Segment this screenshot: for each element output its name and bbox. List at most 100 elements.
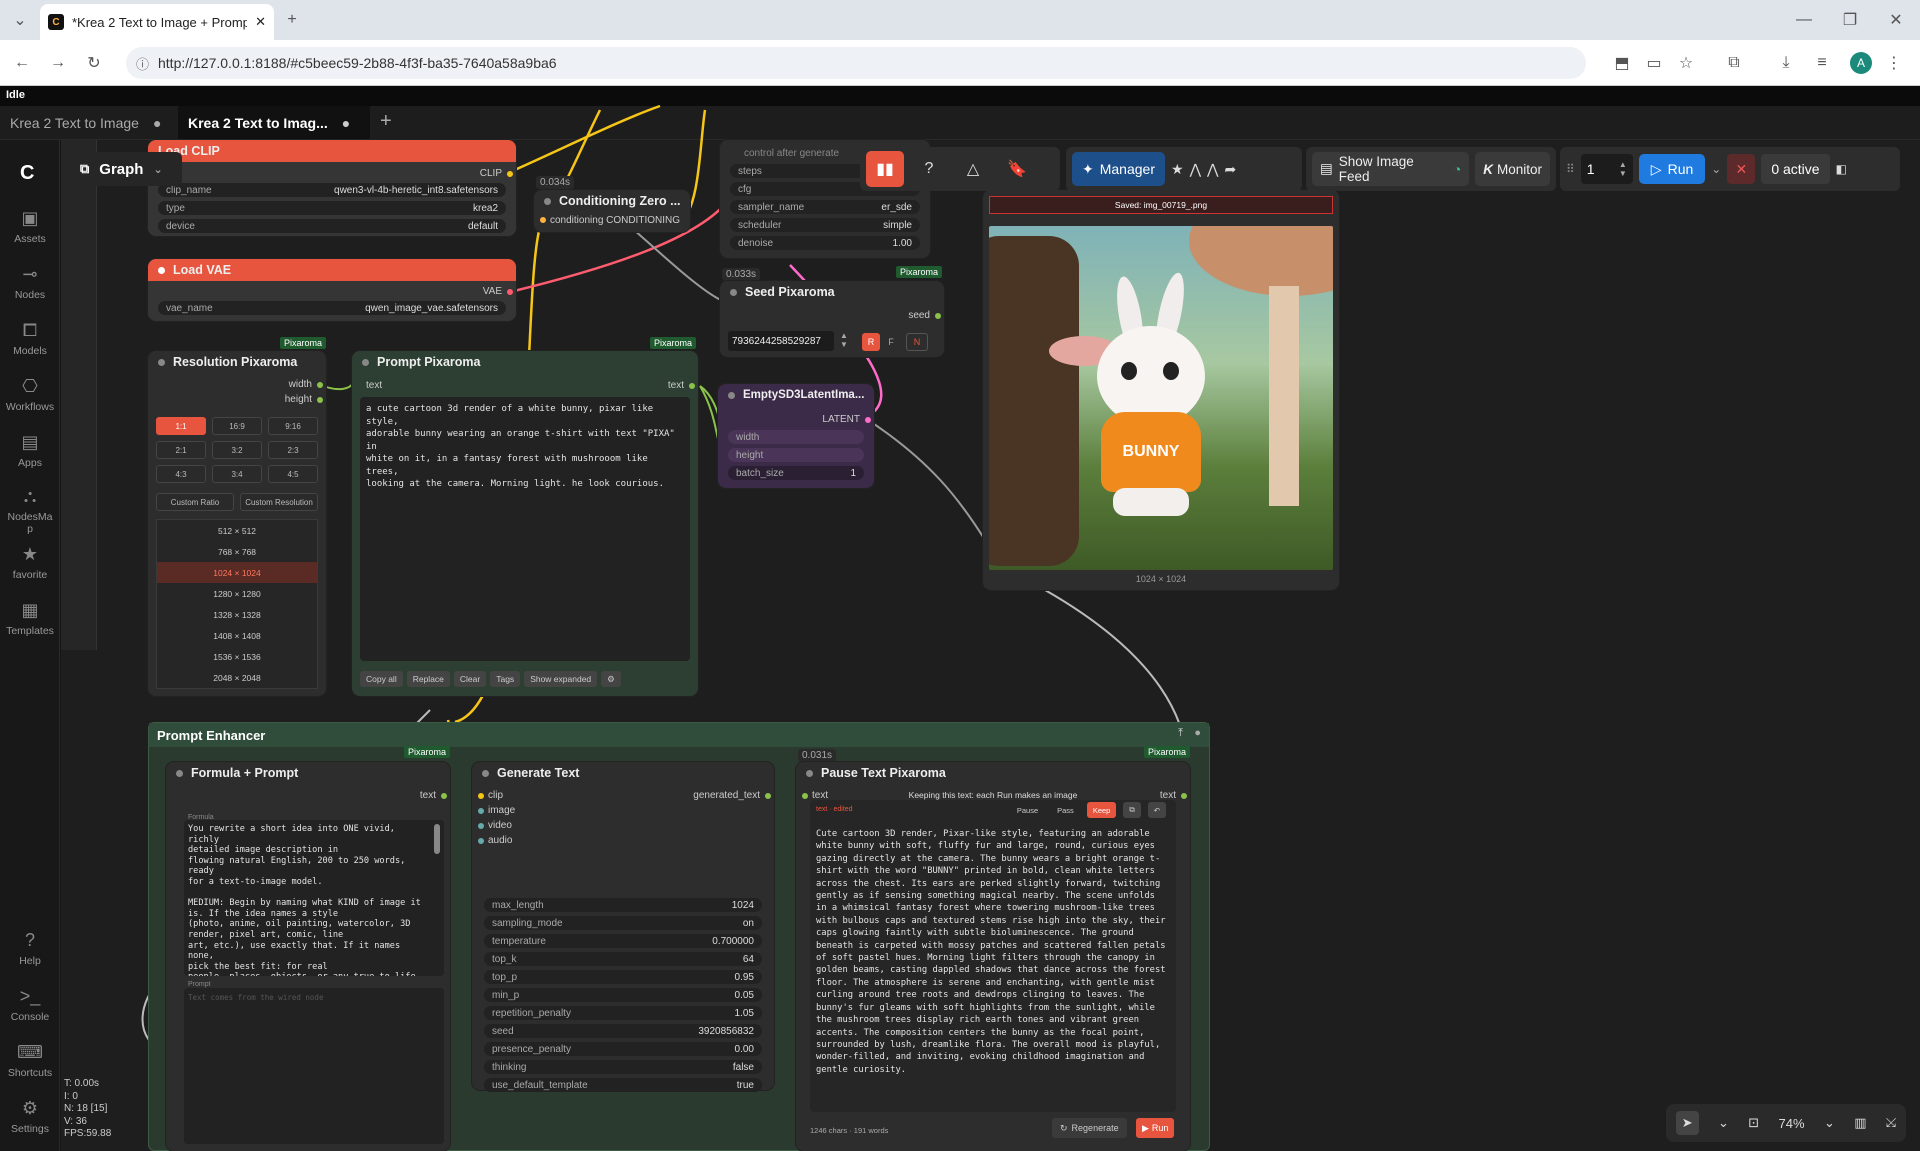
active-queue-button[interactable]: 0 active	[1761, 154, 1830, 184]
collapse-dot-icon[interactable]	[806, 769, 813, 777]
collapse-dot-icon[interactable]	[158, 358, 165, 366]
run-button[interactable]: ▷ Run	[1638, 154, 1706, 184]
audio-input[interactable]: audio	[488, 835, 512, 846]
url-input[interactable]: ⓘ http://127.0.0.1:8188/#c5beec59-2b88-4…	[126, 47, 1586, 79]
conditioning-output[interactable]: CONDITIONING	[606, 215, 680, 226]
height-output[interactable]: height	[285, 394, 312, 405]
seed-fixed-button[interactable]: F	[882, 333, 900, 351]
formula-textarea[interactable]: You rewrite a short idea into ONE vivid,…	[184, 820, 444, 976]
sidebar-item-assets[interactable]: ▣ Assets	[0, 208, 60, 245]
fit-view-icon[interactable]: ⊡	[1748, 1115, 1759, 1131]
collapse-dot-icon[interactable]	[158, 266, 165, 274]
queue-panel-icon[interactable]: ▮▮	[866, 151, 904, 187]
menu-kebab-icon[interactable]: ⋮	[1880, 49, 1908, 77]
custom-resolution-button[interactable]: Custom Resolution	[240, 493, 318, 511]
zoom-level[interactable]: 74%	[1779, 1116, 1805, 1131]
close-window-icon[interactable]: ✕	[1882, 6, 1910, 34]
collapse-dot-icon[interactable]	[482, 769, 489, 777]
bookmark-icon[interactable]: 🔖	[998, 151, 1036, 187]
collapse-dot-icon[interactable]	[544, 197, 551, 205]
bookmark-star-icon[interactable]: ☆	[1672, 49, 1700, 77]
video-input-dot[interactable]	[478, 823, 484, 829]
node-empty-latent[interactable]: EmptySD3LatentIma... LATENT width height…	[718, 384, 874, 488]
node-prompt[interactable]: Prompt Pixaroma text text a cute cartoon…	[352, 351, 698, 696]
text-output[interactable]: text	[668, 380, 684, 391]
ratio-button[interactable]: 2:3	[268, 441, 318, 459]
ratio-button[interactable]: 9:16	[268, 417, 318, 435]
pin-icon[interactable]: ⤒	[1178, 727, 1183, 740]
widget-scheduler[interactable]: scheduler simple	[730, 218, 920, 232]
manager-button[interactable]: ✦ Manager	[1072, 152, 1165, 186]
size-option[interactable]: 2048 × 2048	[157, 667, 317, 688]
keep-button[interactable]: Keep	[1086, 802, 1117, 818]
seed-stepper-icon[interactable]: ▲ ▼	[840, 331, 848, 349]
widget-presence-penalty[interactable]: presence_penalty 0.00	[484, 1042, 762, 1056]
batch-count-input[interactable]: 1 ▲ ▼	[1580, 154, 1633, 184]
monitor-button[interactable]: K Monitor	[1475, 152, 1550, 186]
back-icon[interactable]: ←	[8, 49, 36, 77]
widget-sampling-mode[interactable]: sampling_mode on	[484, 916, 762, 930]
node-load-clip[interactable]: Load CLIP CLIP clip_name qwen3-vl-4b-here…	[148, 140, 516, 236]
share-icon-1[interactable]: ⋀	[1190, 161, 1201, 178]
widget-use-default-template[interactable]: use_default_template true	[484, 1078, 762, 1092]
pause-button[interactable]: Pause	[1011, 802, 1044, 818]
widget-clip-name[interactable]: clip_name qwen3-vl-4b-heretic_int8.safete…	[158, 183, 506, 197]
panel-toggle-icon[interactable]: ◧	[1836, 162, 1847, 176]
link-visibility-icon[interactable]: ⤩	[1886, 1115, 1896, 1131]
node-formula-prompt[interactable]: Formula + Prompt text Formula You rewrit…	[166, 762, 450, 1151]
vae-output[interactable]: VAE	[483, 286, 502, 297]
sidebar-item-models[interactable]: ⧠ Models	[0, 320, 60, 357]
sidebar-item-nodesmap[interactable]: ⛬ NodesMap	[0, 486, 60, 535]
regenerate-button[interactable]: ↻ Regenerate	[1052, 1118, 1127, 1138]
clip-input-dot[interactable]	[478, 793, 484, 799]
seed-random-button[interactable]: R	[862, 333, 880, 351]
drag-handle-icon[interactable]: ⠿	[1566, 162, 1575, 176]
new-tab-icon[interactable]: +	[278, 6, 306, 34]
forward-icon[interactable]: →	[44, 49, 72, 77]
formula-scrollbar[interactable]	[434, 824, 440, 854]
image-input[interactable]: image	[488, 805, 515, 816]
widget-repetition-penalty[interactable]: repetition_penalty 1.05	[484, 1006, 762, 1020]
star-icon[interactable]: ★	[1171, 161, 1184, 178]
conditioning-input-dot[interactable]	[540, 217, 546, 223]
seed-output[interactable]: seed	[908, 310, 930, 321]
text-output[interactable]: text	[420, 790, 436, 801]
prompt-settings-icon[interactable]: ⚙	[601, 671, 621, 687]
vae-output-dot[interactable]	[507, 289, 513, 295]
sidebar-item-workflows[interactable]: ⎔ Workflows	[0, 376, 60, 413]
widget-thinking[interactable]: thinking false	[484, 1060, 762, 1074]
widget-min-p[interactable]: min_p 0.05	[484, 988, 762, 1002]
media-icon[interactable]: ≡	[1808, 49, 1836, 77]
seed-output-dot[interactable]	[935, 313, 941, 319]
custom-ratio-button[interactable]: Custom Ratio	[156, 493, 234, 511]
ratio-button[interactable]: 16:9	[212, 417, 262, 435]
generated-text-output-dot[interactable]	[765, 793, 771, 799]
clip-output-dot[interactable]	[507, 171, 513, 177]
width-output[interactable]: width	[289, 379, 312, 390]
node-image-preview[interactable]: Saved: img_00719_.png BUNNY 1024 × 1024	[983, 190, 1339, 590]
widget-top-p[interactable]: top_p 0.95	[484, 970, 762, 984]
prompt-textarea[interactable]: a cute cartoon 3d render of a white bunn…	[360, 397, 690, 661]
browser-tab[interactable]: C *Krea 2 Text to Image + Prompt ✕	[40, 4, 274, 40]
chevron-down-icon[interactable]: ⌄	[1824, 1115, 1835, 1131]
image-input-dot[interactable]	[478, 808, 484, 814]
cast-icon[interactable]: ▭	[1640, 49, 1668, 77]
clip-output[interactable]: CLIP	[480, 168, 502, 179]
replace-button[interactable]: Replace	[406, 671, 450, 687]
widget-width[interactable]: width	[728, 430, 864, 444]
text-output-dot[interactable]	[441, 793, 447, 799]
node-load-vae[interactable]: Load VAE VAE vae_name qwen_image_vae.safe…	[148, 259, 516, 321]
run-options-chevron-icon[interactable]: ⌄	[1711, 162, 1721, 176]
widget-sampler-name[interactable]: sampler_name er_sde	[730, 200, 920, 214]
pause-textarea[interactable]: Cute cartoon 3D render, Pixar-like style…	[810, 822, 1176, 1112]
pass-button[interactable]: Pass	[1051, 802, 1080, 818]
widget-temperature[interactable]: temperature 0.700000	[484, 934, 762, 948]
widget-max-length[interactable]: max_length 1024	[484, 898, 762, 912]
node-conditioning-zero[interactable]: Conditioning Zero ... conditioning CONDI…	[534, 190, 690, 232]
copy-icon[interactable]: ⧉	[1123, 802, 1141, 818]
generated-image[interactable]: BUNNY	[989, 226, 1333, 570]
minimize-icon[interactable]: —	[1790, 6, 1818, 34]
clip-input[interactable]: clip	[488, 790, 503, 801]
profile-avatar[interactable]: A	[1850, 52, 1872, 74]
ratio-button[interactable]: 2:1	[156, 441, 206, 459]
